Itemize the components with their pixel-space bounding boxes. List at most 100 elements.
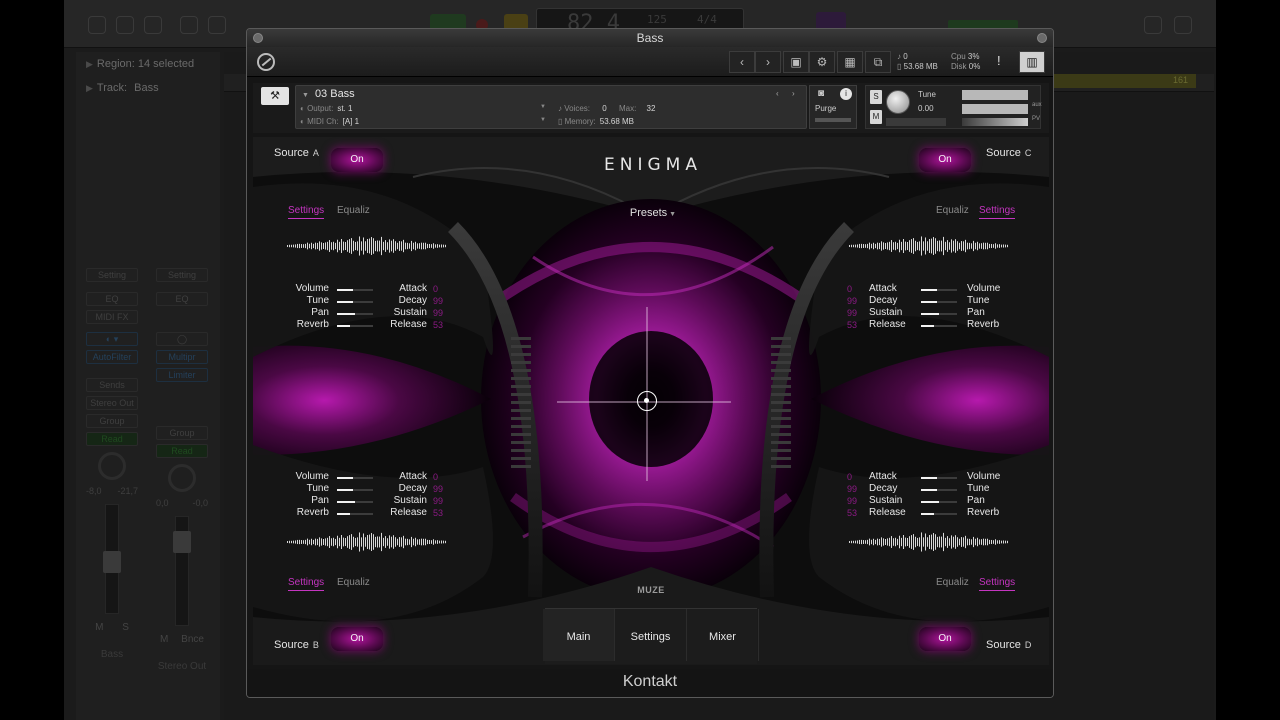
volume-slider[interactable]	[962, 118, 1028, 126]
midi-region[interactable]: 161	[1054, 74, 1196, 88]
kontakt-logo-icon[interactable]	[257, 53, 275, 71]
source-a-on-button[interactable]: On	[331, 148, 383, 172]
fader-cap[interactable]	[103, 551, 121, 573]
volume-fader[interactable]	[173, 516, 191, 626]
browser-icon[interactable]	[1174, 16, 1192, 34]
library-icon[interactable]	[88, 16, 106, 34]
source-d-on-button[interactable]: On	[919, 627, 971, 651]
source-c-tab-settings[interactable]: Settings	[979, 205, 1016, 219]
enigma-instrument-panel: ENIGMA Presets ▼ Source A On Settings Equa…	[253, 137, 1049, 665]
group-slot[interactable]: Group	[86, 414, 138, 428]
info-icon[interactable]	[116, 16, 134, 34]
inspector-track-row[interactable]: ▶ Track: Bass	[86, 80, 159, 96]
voices-field: ♪ Voices: 0 Max: 32	[558, 104, 655, 113]
output-selector[interactable]: ◐ Output: st. 1 ▼	[300, 104, 550, 113]
waveform-bar	[331, 242, 332, 250]
waveform-bar	[359, 532, 360, 552]
notepad-icon[interactable]	[1144, 16, 1162, 34]
source-c-attack-value: 0	[847, 284, 853, 294]
mute-button[interactable]: M	[95, 622, 103, 633]
waveform-bar	[929, 535, 930, 549]
pan-slider[interactable]	[886, 118, 946, 126]
camera-icon[interactable]: ◙	[818, 88, 824, 99]
mixer-icon[interactable]	[208, 16, 226, 34]
source-d-tab-settings[interactable]: Settings	[979, 577, 1016, 591]
source-a-release-label: Release	[390, 319, 427, 330]
target-crosshair-handle[interactable]	[637, 391, 657, 411]
prev-icon[interactable]: ‹	[729, 51, 755, 73]
waveform-bar	[987, 242, 988, 250]
waveform-bar	[437, 244, 438, 248]
collapse-triangle-icon[interactable]: ▼	[302, 92, 309, 99]
nav-main-button[interactable]: Main	[543, 609, 615, 661]
source-b-tab-equaliz[interactable]: Equaliz	[337, 577, 370, 588]
help-icon[interactable]	[144, 16, 162, 34]
rack-view-icon[interactable]: ▥	[1019, 51, 1045, 73]
purge-button[interactable]: Purge	[815, 104, 836, 113]
prev-instrument-icon[interactable]: ‹	[776, 89, 779, 98]
input-slot[interactable]: ◐ ▾	[86, 332, 138, 346]
info-icon[interactable]: i	[840, 88, 852, 100]
setting-button[interactable]: Setting	[86, 268, 138, 282]
wrench-icon[interactable]: ⚒	[261, 87, 289, 105]
save-icon[interactable]: ▣	[783, 51, 809, 73]
fader-cap[interactable]	[173, 531, 191, 553]
max-value[interactable]: 32	[647, 104, 656, 113]
plugin-slot-autofilter[interactable]: AutoFilter	[86, 350, 138, 364]
pan-knob[interactable]	[98, 452, 126, 480]
tune-knob[interactable]	[886, 90, 910, 114]
waveform-bar	[373, 238, 374, 254]
waveform-bar	[407, 242, 408, 250]
midi-channel-selector[interactable]: ◐ MIDI Ch: [A] 1 ▼	[300, 117, 550, 126]
aux-label[interactable]: aux	[1032, 102, 1042, 108]
close-window-icon[interactable]	[253, 33, 263, 43]
source-c-tab-equaliz[interactable]: Equaliz	[936, 205, 969, 216]
source-a-tab-equaliz[interactable]: Equaliz	[337, 205, 370, 216]
source-c-on-button[interactable]: On	[919, 148, 971, 172]
pv-label[interactable]: PV	[1032, 116, 1040, 122]
zoom-window-icon[interactable]	[1037, 33, 1047, 43]
waveform-bar	[329, 536, 330, 548]
volume-fader[interactable]	[103, 504, 121, 614]
next-icon[interactable]: ›	[755, 51, 781, 73]
source-b-tab-settings[interactable]: Settings	[288, 577, 325, 591]
next-instrument-icon[interactable]: ›	[792, 89, 795, 98]
waveform-bar	[927, 241, 928, 251]
waveform-bar	[405, 538, 406, 546]
sends-slot[interactable]: Sends	[86, 378, 138, 392]
output-slot[interactable]: Stereo Out	[86, 396, 138, 410]
nav-mixer-button[interactable]: Mixer	[687, 609, 759, 661]
setting-button[interactable]: Setting	[156, 268, 208, 282]
source-c-pan-label: Pan	[967, 307, 985, 318]
waveform-bar	[293, 244, 294, 248]
automation-slot[interactable]: Read	[156, 444, 208, 458]
plugin-slot-multipressor[interactable]: Multipr	[156, 350, 208, 364]
layout-icon[interactable]: ▦	[837, 51, 863, 73]
pan-knob[interactable]	[168, 464, 196, 492]
plugin-slot-limiter[interactable]: Limiter	[156, 368, 208, 382]
automation-slot[interactable]: Read	[86, 432, 138, 446]
instrument-name-row[interactable]: ▼ 03 Bass	[302, 88, 355, 100]
group-slot[interactable]: Group	[156, 426, 208, 440]
presets-dropdown[interactable]: Presets ▼	[613, 207, 693, 219]
smart-controls-icon[interactable]	[180, 16, 198, 34]
nav-settings-button[interactable]: Settings	[615, 609, 687, 661]
eq-slot[interactable]: EQ	[156, 292, 208, 306]
alert-icon[interactable]: !	[997, 53, 1001, 68]
solo-button[interactable]: S	[870, 90, 882, 104]
source-a-tab-settings[interactable]: Settings	[288, 205, 325, 219]
eq-slot[interactable]: EQ	[86, 292, 138, 306]
resize-icon[interactable]: ⧉	[865, 51, 891, 73]
source-b-attack-value: 0	[433, 472, 439, 482]
gear-icon[interactable]: ⚙	[809, 51, 835, 73]
window-titlebar[interactable]: Bass	[247, 29, 1053, 47]
source-b-on-button[interactable]: On	[331, 627, 383, 651]
inspector-region-row[interactable]: ▶ Region: 14 selected	[86, 56, 194, 72]
midi-fx-slot[interactable]: MIDI FX	[86, 310, 138, 324]
mute-button[interactable]: M	[870, 110, 882, 124]
bounce-button[interactable]: Bnce	[181, 634, 204, 645]
solo-button[interactable]: S	[122, 622, 129, 633]
source-d-tab-equaliz[interactable]: Equaliz	[936, 577, 969, 588]
mute-button[interactable]: M	[160, 634, 168, 645]
link-icon[interactable]: ◯	[156, 332, 208, 346]
